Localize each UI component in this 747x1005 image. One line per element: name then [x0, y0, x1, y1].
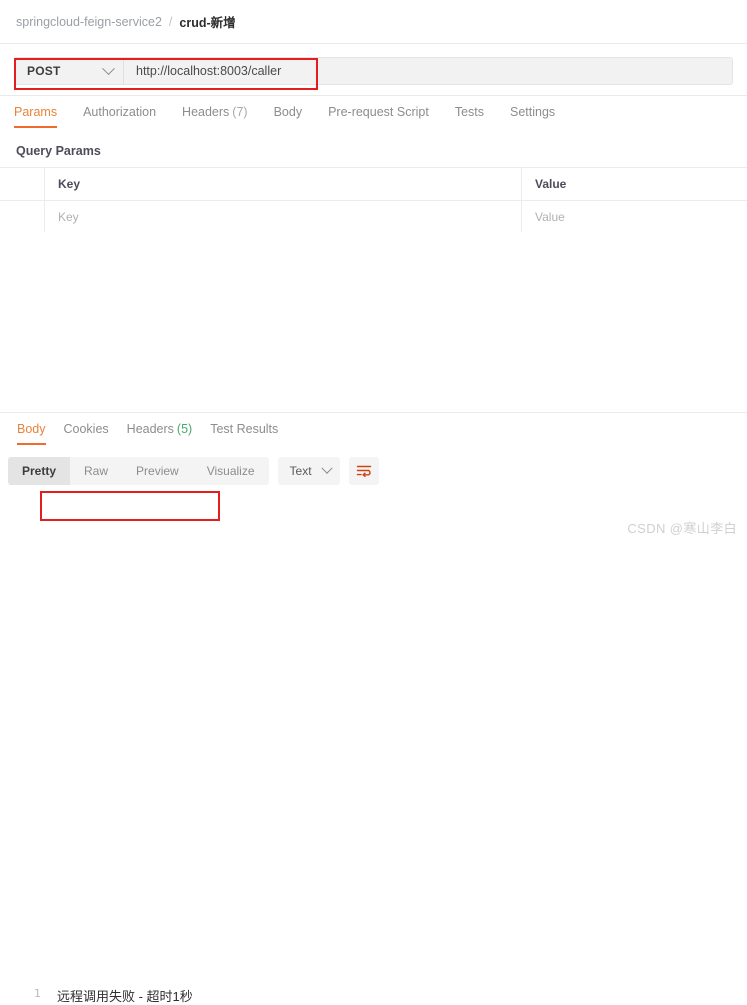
tab-body-label: Body	[273, 104, 303, 119]
breadcrumb: springcloud-feign-service2 / crud-新增	[0, 0, 747, 44]
response-body-text: 远程调用失败 - 超时1秒	[57, 989, 193, 1004]
table-header-row: Key Value	[0, 168, 747, 201]
line-number: 1	[34, 987, 41, 1000]
response-tab-test-results-label: Test Results	[210, 422, 279, 436]
row-value-cell[interactable]: Value	[522, 201, 747, 233]
row-key-cell[interactable]: Key	[45, 201, 522, 233]
request-empty-area	[0, 232, 747, 412]
tab-authorization-label: Authorization	[83, 104, 157, 119]
response-tab-bar: Body Cookies Headers (5) Test Results	[0, 413, 747, 447]
header-key-cell: Key	[45, 168, 522, 200]
header-key-label: Key	[58, 177, 81, 191]
breadcrumb-request-name[interactable]: crud-新增	[179, 12, 235, 31]
view-pretty-label: Pretty	[22, 464, 57, 478]
tab-tests[interactable]: Tests	[455, 95, 484, 128]
tab-settings[interactable]: Settings	[510, 95, 555, 128]
tab-pre-request-script[interactable]: Pre-request Script	[328, 95, 429, 128]
value-input[interactable]: Value	[535, 210, 565, 224]
watermark: CSDN @寒山李白	[627, 521, 737, 536]
response-tab-cookies[interactable]: Cookies	[64, 413, 109, 445]
view-preview-label: Preview	[136, 464, 179, 478]
breadcrumb-collection[interactable]: springcloud-feign-service2	[16, 15, 162, 29]
response-tab-test-results[interactable]: Test Results	[210, 413, 278, 445]
chevron-down-icon	[102, 61, 115, 75]
view-visualize-button[interactable]: Visualize	[193, 457, 269, 485]
view-pretty-button[interactable]: Pretty	[8, 457, 71, 485]
wrap-text-icon	[356, 465, 371, 478]
response-tab-headers-count: (5)	[176, 422, 193, 436]
response-tab-body-label: Body	[17, 422, 46, 436]
http-method-label: POST	[27, 64, 61, 78]
response-language-label: Text	[289, 464, 312, 478]
tab-headers-count: (7)	[232, 104, 248, 119]
view-preview-button[interactable]: Preview	[122, 457, 193, 485]
response-tab-headers[interactable]: Headers (5)	[127, 413, 193, 445]
view-raw-button[interactable]: Raw	[70, 457, 122, 485]
view-visualize-label: Visualize	[206, 464, 255, 478]
tab-body[interactable]: Body	[274, 95, 303, 128]
table-row[interactable]: Key Value	[0, 201, 747, 234]
chevron-down-icon	[320, 462, 333, 474]
http-method-dropdown[interactable]: POST	[15, 58, 124, 84]
view-raw-label: Raw	[84, 464, 109, 478]
request-url-input[interactable]: http://localhost:8003/caller	[124, 58, 732, 84]
request-url-bar: POST http://localhost:8003/caller	[0, 44, 747, 96]
response-tab-cookies-label: Cookies	[63, 422, 109, 436]
tab-tests-label: Tests	[454, 104, 484, 119]
url-bar-inner: POST http://localhost:8003/caller	[14, 57, 733, 85]
breadcrumb-separator: /	[168, 14, 173, 29]
response-format-toolbar: Pretty Raw Preview Visualize Text	[0, 455, 747, 487]
wrap-text-button[interactable]	[348, 457, 379, 485]
header-checkbox-cell	[0, 168, 45, 200]
response-tab-headers-label: Headers	[126, 422, 174, 436]
header-value-cell: Value	[522, 168, 747, 200]
response-language-dropdown[interactable]: Text	[277, 457, 340, 485]
tab-headers[interactable]: Headers (7)	[182, 95, 248, 128]
response-view-segmented-control: Pretty Raw Preview Visualize	[8, 457, 269, 485]
row-checkbox-cell[interactable]	[0, 201, 45, 233]
tab-authorization[interactable]: Authorization	[83, 95, 156, 128]
header-value-label: Value	[535, 177, 567, 191]
request-tab-bar: Params Authorization Headers (7) Body Pr…	[0, 95, 747, 130]
tab-settings-label: Settings	[510, 104, 556, 119]
query-params-table: Key Value Key Value	[0, 167, 747, 234]
tab-headers-label: Headers	[182, 104, 230, 119]
response-tab-body[interactable]: Body	[17, 413, 46, 445]
tab-params-label: Params	[14, 104, 58, 119]
tab-params[interactable]: Params	[14, 95, 58, 128]
key-input[interactable]: Key	[58, 210, 79, 224]
tab-pre-request-script-label: Pre-request Script	[328, 104, 429, 119]
query-params-title: Query Params	[16, 144, 101, 158]
